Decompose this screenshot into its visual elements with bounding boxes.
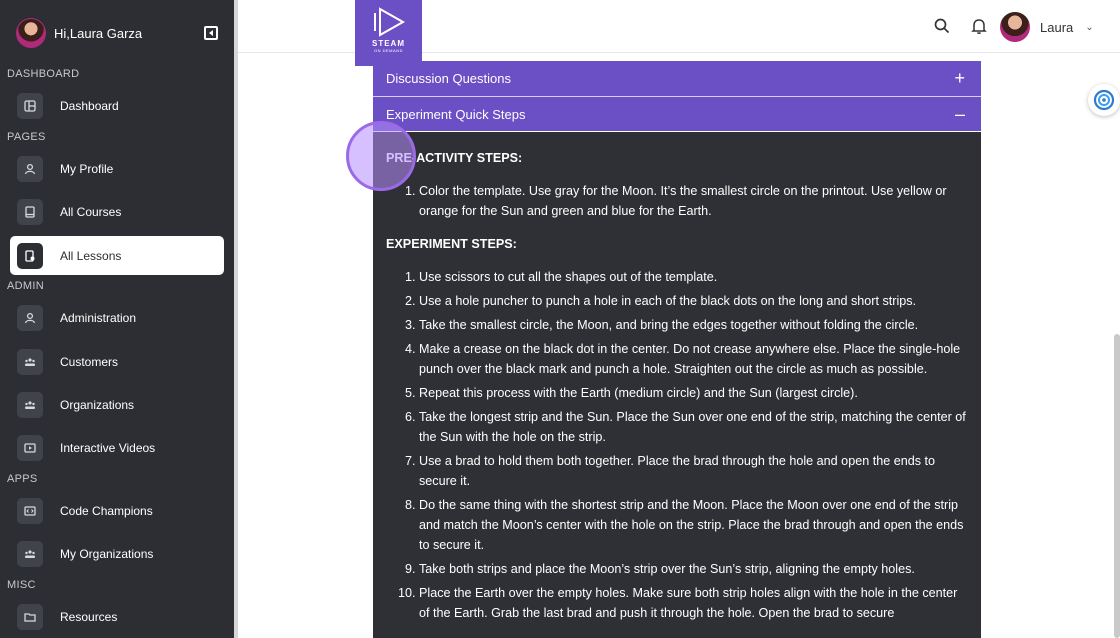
list-item: Make a crease on the black dot in the ce… — [419, 339, 968, 379]
sidebar-item-label: Code Champions — [60, 503, 153, 518]
play-icon — [371, 7, 407, 37]
bell-icon[interactable] — [970, 17, 988, 35]
section-pages: PAGES — [7, 131, 46, 143]
sidebar-user: Hi,Laura Garza — [16, 17, 218, 49]
group-icon — [17, 540, 43, 567]
quick-steps-content: PRE-ACTIVITY STEPS: Color the template. … — [373, 132, 981, 638]
pre-activity-heading: PRE-ACTIVITY STEPS: — [386, 151, 523, 165]
sidebar-item-label: All Courses — [60, 204, 122, 219]
pre-activity-list: Color the template. Use gray for the Moo… — [386, 181, 968, 221]
logo-subtext: ON DEMAND — [374, 48, 403, 53]
sidebar-item-all-lessons[interactable]: All Lessons — [10, 236, 224, 275]
sidebar-item-label: Dashboard — [60, 98, 119, 113]
section-apps: APPS — [7, 473, 38, 485]
avatar — [1000, 12, 1030, 42]
sidebar-item-interactive-videos[interactable]: Interactive Videos — [10, 428, 224, 467]
sidebar-item-label: Customers — [60, 354, 119, 369]
accordion: Discussion Questions + Experiment Quick … — [373, 61, 981, 131]
video-icon — [17, 434, 43, 461]
plus-icon: + — [954, 68, 965, 88]
click-indicator — [346, 121, 416, 191]
sidebar-item-my-organizations[interactable]: My Organizations — [10, 534, 224, 573]
list-item: Repeat this process with the Earth (medi… — [419, 383, 968, 403]
accordion-title: Experiment Quick Steps — [386, 106, 526, 122]
section-dashboard: DASHBOARD — [7, 68, 80, 80]
sidebar-item-all-courses[interactable]: All Courses — [10, 192, 224, 231]
sidebar: Hi,Laura Garza DASHBOARD Dashboard PAGES… — [0, 0, 234, 638]
sidebar-item-customers[interactable]: Customers — [10, 342, 224, 381]
sidebar-item-label: Organizations — [60, 397, 135, 412]
experiment-list: Use scissors to cut all the shapes out o… — [386, 267, 968, 623]
list-item: Use a brad to hold them both together. P… — [419, 451, 968, 491]
code-icon — [17, 497, 43, 524]
list-item: Color the template. Use gray for the Moo… — [419, 181, 968, 221]
list-item: Place the Earth over the empty holes. Ma… — [419, 583, 968, 623]
sidebar-item-label: My Profile — [60, 161, 114, 176]
section-misc: MISC — [7, 579, 36, 591]
sidebar-item-organizations[interactable]: Organizations — [10, 385, 224, 424]
scrollbar[interactable] — [1114, 334, 1120, 638]
accordion-discussion-questions[interactable]: Discussion Questions + — [373, 61, 981, 96]
search-icon[interactable] — [933, 17, 951, 35]
sidebar-item-code-champions[interactable]: Code Champions — [10, 491, 224, 530]
group-icon — [17, 391, 43, 418]
sidebar-item-resources[interactable]: Resources — [10, 597, 224, 636]
accordion-title: Discussion Questions — [386, 71, 511, 86]
sidebar-item-label: Resources — [60, 609, 118, 624]
experiment-heading: EXPERIMENT STEPS: — [386, 237, 517, 251]
section-admin: ADMIN — [7, 280, 44, 292]
collapse-sidebar-icon[interactable] — [204, 26, 218, 40]
group-icon — [17, 348, 43, 375]
list-item: Take the smallest circle, the Moon, and … — [419, 315, 968, 335]
sidebar-item-label: My Organizations — [60, 546, 154, 561]
chevron-down-icon: ⌄ — [1085, 21, 1094, 33]
list-item: Take both strips and place the Moon’s st… — [419, 559, 968, 579]
list-item: Use scissors to cut all the shapes out o… — [419, 267, 968, 287]
assistant-icon[interactable] — [1088, 84, 1120, 116]
sidebar-item-label: All Lessons — [60, 248, 122, 263]
lesson-icon — [17, 242, 43, 269]
avatar[interactable] — [16, 18, 46, 48]
sidebar-item-dashboard[interactable]: Dashboard — [10, 86, 224, 125]
user-name: Laura — [1040, 19, 1074, 35]
user-icon — [17, 304, 43, 331]
sidebar-item-administration[interactable]: Administration — [10, 298, 224, 337]
book-icon — [17, 198, 43, 225]
user-icon — [17, 155, 43, 182]
user-menu[interactable]: Laura ⌄ — [1000, 12, 1094, 42]
steam-logo[interactable]: STEAM ON DEMAND — [355, 0, 422, 66]
folder-icon — [17, 603, 43, 630]
list-item: Use a hole puncher to punch a hole in ea… — [419, 291, 968, 311]
minus-icon: – — [954, 103, 965, 124]
list-item: Take the longest strip and the Sun. Plac… — [419, 407, 968, 447]
user-greeting: Hi,Laura Garza — [54, 25, 143, 41]
logo-text: STEAM — [372, 39, 405, 48]
sidebar-item-my-profile[interactable]: My Profile — [10, 149, 224, 188]
sidebar-item-label: Administration — [60, 310, 137, 325]
sidebar-item-label: Interactive Videos — [60, 440, 156, 455]
dashboard-icon — [17, 92, 43, 119]
list-item: Do the same thing with the shortest stri… — [419, 495, 968, 555]
accordion-experiment-quick-steps[interactable]: Experiment Quick Steps – — [373, 96, 981, 131]
